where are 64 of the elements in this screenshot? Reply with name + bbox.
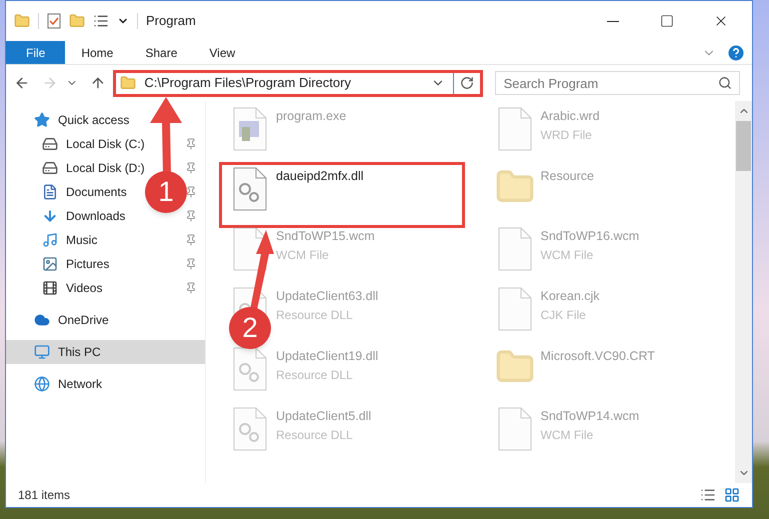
file-type: WCM File — [540, 246, 594, 264]
music-note-icon — [42, 232, 58, 248]
folder-icon — [14, 13, 30, 29]
program-icon — [233, 107, 267, 151]
file-type: Resource DLL — [276, 426, 354, 444]
sidebar-item[interactable]: Local Disk (D:) — [66, 159, 145, 177]
sidebar-item[interactable]: Documents — [66, 183, 127, 201]
film-icon — [42, 280, 58, 296]
ribbon-tab[interactable]: Share — [129, 41, 194, 64]
refresh-icon[interactable] — [460, 76, 474, 90]
star-icon — [34, 112, 50, 128]
file-type: CJK File — [540, 306, 587, 324]
search-icon — [718, 76, 732, 90]
monitor-icon — [34, 344, 50, 360]
help-icon[interactable] — [728, 44, 744, 60]
document-icon — [42, 184, 58, 200]
document-icon — [498, 287, 532, 331]
file-tab[interactable]: File — [6, 41, 66, 64]
folder-icon — [120, 75, 136, 91]
checklist-icon — [47, 13, 61, 29]
network-icon — [34, 376, 50, 392]
cloud-icon — [34, 312, 50, 328]
window-title: Program — [146, 12, 196, 30]
details-view-icon[interactable] — [700, 487, 716, 503]
sidebar-item[interactable]: This PC — [58, 343, 101, 361]
file-type: WCM File — [276, 246, 330, 264]
file-type: Resource DLL — [276, 366, 354, 384]
drive-icon — [42, 160, 58, 176]
drive-icon — [42, 136, 58, 152]
large-icons-view-icon[interactable] — [724, 487, 740, 503]
document-icon — [498, 107, 532, 151]
document-icon — [498, 407, 532, 451]
sidebar-item[interactable]: Downloads — [66, 207, 126, 225]
download-icon — [42, 208, 58, 224]
scrollbar[interactable] — [735, 101, 752, 483]
sidebar-item[interactable]: Music — [66, 231, 98, 249]
scroll-thumb[interactable] — [736, 121, 751, 171]
properties-icon[interactable] — [93, 13, 109, 29]
address-path: C:\Program Files\Program Directory — [144, 74, 352, 92]
gear-document-icon — [233, 167, 267, 211]
file-type: WRD File — [540, 126, 593, 144]
minimize-icon — [607, 20, 619, 22]
address-field[interactable]: C:\Program Files\Program Directory — [113, 70, 483, 96]
sidebar-item[interactable]: Local Disk (C:) — [66, 135, 145, 153]
folder-icon — [69, 13, 85, 29]
sidebar-item[interactable]: Videos — [66, 279, 102, 297]
gear-document-icon — [233, 407, 267, 451]
sidebar-item[interactable]: Pictures — [66, 255, 110, 273]
search-field[interactable]: Search Program — [494, 71, 740, 95]
file-type: WCM File — [540, 426, 594, 444]
file-type: Resource DLL — [276, 306, 354, 324]
item-count: 181 items — [18, 487, 72, 504]
sidebar-item[interactable]: Quick access — [58, 111, 130, 129]
sidebar-item[interactable]: OneDrive — [58, 311, 109, 329]
ribbon-tab[interactable]: View — [193, 41, 252, 64]
document-icon — [498, 227, 532, 271]
back-icon[interactable] — [14, 75, 30, 91]
file-name[interactable]: daueipd2mfx.dll — [276, 167, 364, 186]
sidebar-item[interactable]: Network — [58, 375, 102, 393]
maximize-icon — [660, 14, 674, 28]
picture-icon — [42, 256, 58, 272]
gear-document-icon — [233, 347, 267, 391]
up-icon[interactable] — [90, 75, 106, 91]
ribbon-tab[interactable]: Home — [65, 41, 130, 64]
